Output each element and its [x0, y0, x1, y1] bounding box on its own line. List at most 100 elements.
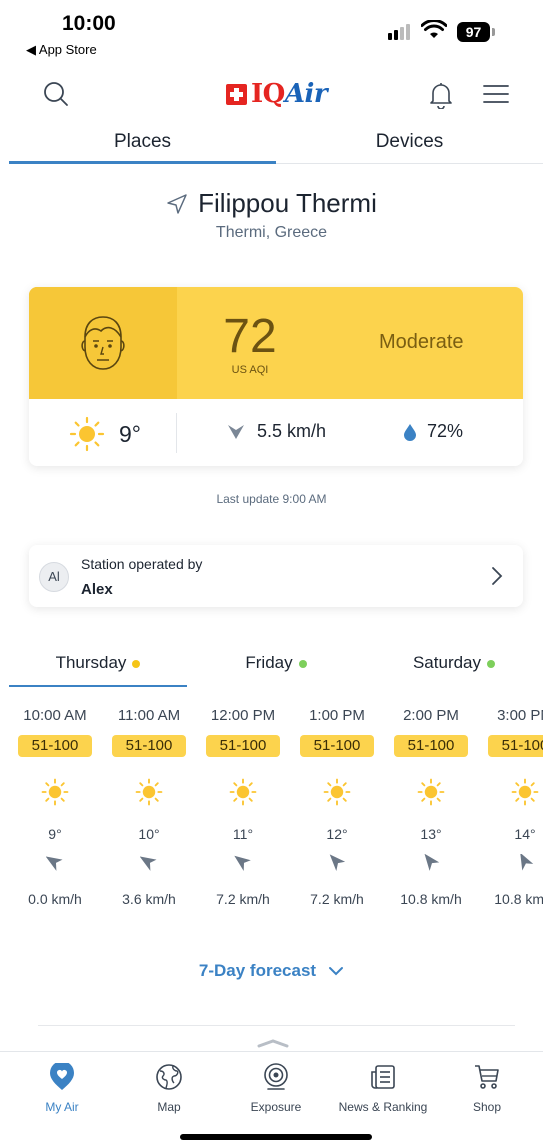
hour-temp: 11° [232, 826, 254, 842]
hour-time: 11:00 AM [117, 707, 181, 724]
moderate-face-icon [81, 316, 125, 370]
nav-label: News & Ranking [338, 1100, 428, 1114]
hour-temp: 9° [48, 826, 62, 842]
iqair-logo: IQAir [226, 79, 328, 109]
location-name: Filippou Thermi [198, 188, 377, 218]
bottom-nav: My Air Map Exposure News & Ranking Shop [0, 1051, 543, 1140]
hour-aqi-badge: 51-100 [206, 735, 280, 757]
station-operator-card[interactable]: Al Station operated by Alex [29, 545, 523, 607]
aqi-card[interactable]: 72 US AQI Moderate 9° 5.5 km/h 72% [29, 287, 523, 466]
hour-aqi-badge: 51-100 [488, 735, 543, 757]
hour-wind: 7.2 km/h [310, 891, 364, 907]
weather-temp: 9° [69, 416, 141, 452]
hour-temp: 13° [420, 826, 442, 842]
nav-label: Shop [472, 1100, 502, 1114]
logo-brand-air: Air [284, 79, 328, 109]
nav-label: Exposure [250, 1100, 302, 1114]
chevron-down-icon [329, 967, 344, 976]
battery-indicator: 97 [457, 22, 490, 42]
weather-humidity-value: 72% [427, 421, 464, 441]
tab-day-friday[interactable]: Friday [187, 644, 365, 687]
hour-temp: 14° [514, 826, 536, 842]
wind-direction-icon [520, 854, 534, 871]
hour-aqi-badge: 51-100 [394, 735, 468, 757]
day-aqi-dot [132, 659, 141, 668]
station-label: Station operated by [81, 556, 203, 572]
weather-temp-value: 9° [119, 420, 141, 447]
location-region: Thermi, Greece [215, 224, 328, 241]
aqi-banner: 72 US AQI Moderate [29, 287, 523, 399]
places-devices-tabs: Places Devices [9, 122, 543, 164]
weather-humidity: 72% [403, 421, 463, 442]
bell-icon [430, 83, 452, 109]
tab-day-saturday[interactable]: Saturday [365, 644, 543, 687]
hour-aqi-badge: 51-100 [300, 735, 374, 757]
status-time: 10:00 [62, 12, 116, 35]
nav-exposure[interactable]: Exposure [221, 1062, 331, 1114]
aqi-face [29, 287, 177, 399]
chevron-right-icon [492, 567, 503, 585]
hour-wind: 0.0 km/h [28, 891, 82, 907]
hour-time: 12:00 PM [210, 707, 276, 724]
aqi-value: 72 [223, 310, 277, 363]
exposure-icon [264, 1063, 288, 1090]
wind-direction-icon [329, 854, 346, 871]
hour-wind: 7.2 km/h [216, 891, 270, 907]
day-aqi-dot [487, 659, 496, 668]
wifi-icon [421, 20, 447, 38]
hour-time: 1:00 PM [309, 707, 365, 724]
sun-icon [135, 778, 163, 806]
hour-wind: 10.8 km/h [494, 891, 543, 907]
avatar: Al [39, 562, 69, 592]
day-label: Saturday [412, 653, 482, 672]
signal-icon [388, 24, 410, 40]
wind-direction-icon [140, 856, 157, 871]
nav-news-ranking[interactable]: News & Ranking [328, 1062, 438, 1114]
hour-temp: 12° [326, 826, 348, 842]
sheet-grab-handle-icon[interactable] [257, 1038, 289, 1048]
home-indicator [180, 1134, 372, 1140]
news-icon [371, 1065, 395, 1089]
back-to-app-store[interactable]: ◀ App Store [26, 42, 97, 58]
hour-wind: 3.6 km/h [122, 891, 176, 907]
forecast-label: 7-Day forecast [198, 961, 317, 980]
nav-shop[interactable]: Shop [432, 1062, 542, 1114]
search-icon [44, 82, 68, 106]
seven-day-forecast-link[interactable]: 7-Day forecast [0, 961, 543, 981]
nav-label: Map [157, 1100, 181, 1114]
divider [38, 1025, 515, 1026]
tab-day-thursday[interactable]: Thursday [9, 644, 187, 687]
humidity-drop-icon [404, 423, 416, 441]
hour-aqi-badge: 51-100 [112, 735, 186, 757]
nav-my-air[interactable]: My Air [7, 1062, 117, 1114]
logo-brand-iq: IQ [251, 79, 285, 109]
hourly-forecast[interactable]: 10:00 AM 51-100 9° 0.0 km/h 11:00 AM 51-… [8, 700, 543, 920]
nav-map[interactable]: Map [114, 1062, 224, 1114]
search-button[interactable] [42, 80, 70, 108]
wind-direction-icon [228, 424, 244, 439]
tab-devices[interactable]: Devices [276, 122, 543, 163]
weather-wind: 5.5 km/h [227, 421, 326, 442]
hour-wind: 10.8 km/h [400, 891, 462, 907]
globe-icon [156, 1064, 182, 1090]
sun-icon [41, 778, 69, 806]
sun-icon [229, 778, 257, 806]
day-label: Thursday [55, 653, 127, 672]
tab-places[interactable]: Places [9, 122, 276, 164]
wind-direction-icon [424, 854, 440, 871]
weather-row: 9° 5.5 km/h 72% [29, 399, 523, 466]
wind-direction-icon [46, 856, 63, 871]
swiss-cross-icon [226, 83, 247, 105]
hour-time: 2:00 PM [403, 707, 459, 724]
aqi-unit: US AQI [231, 364, 269, 376]
sun-icon [69, 416, 105, 452]
hour-time: 10:00 AM [23, 707, 87, 724]
notifications-button[interactable] [428, 80, 454, 110]
nav-label: My Air [45, 1100, 79, 1114]
aqi-status: Moderate [379, 331, 464, 353]
location-arrow-icon [167, 193, 187, 214]
menu-button[interactable] [482, 82, 510, 106]
station-operator-name: Alex [81, 581, 113, 598]
cart-icon [475, 1065, 499, 1089]
wind-direction-icon [234, 855, 251, 871]
